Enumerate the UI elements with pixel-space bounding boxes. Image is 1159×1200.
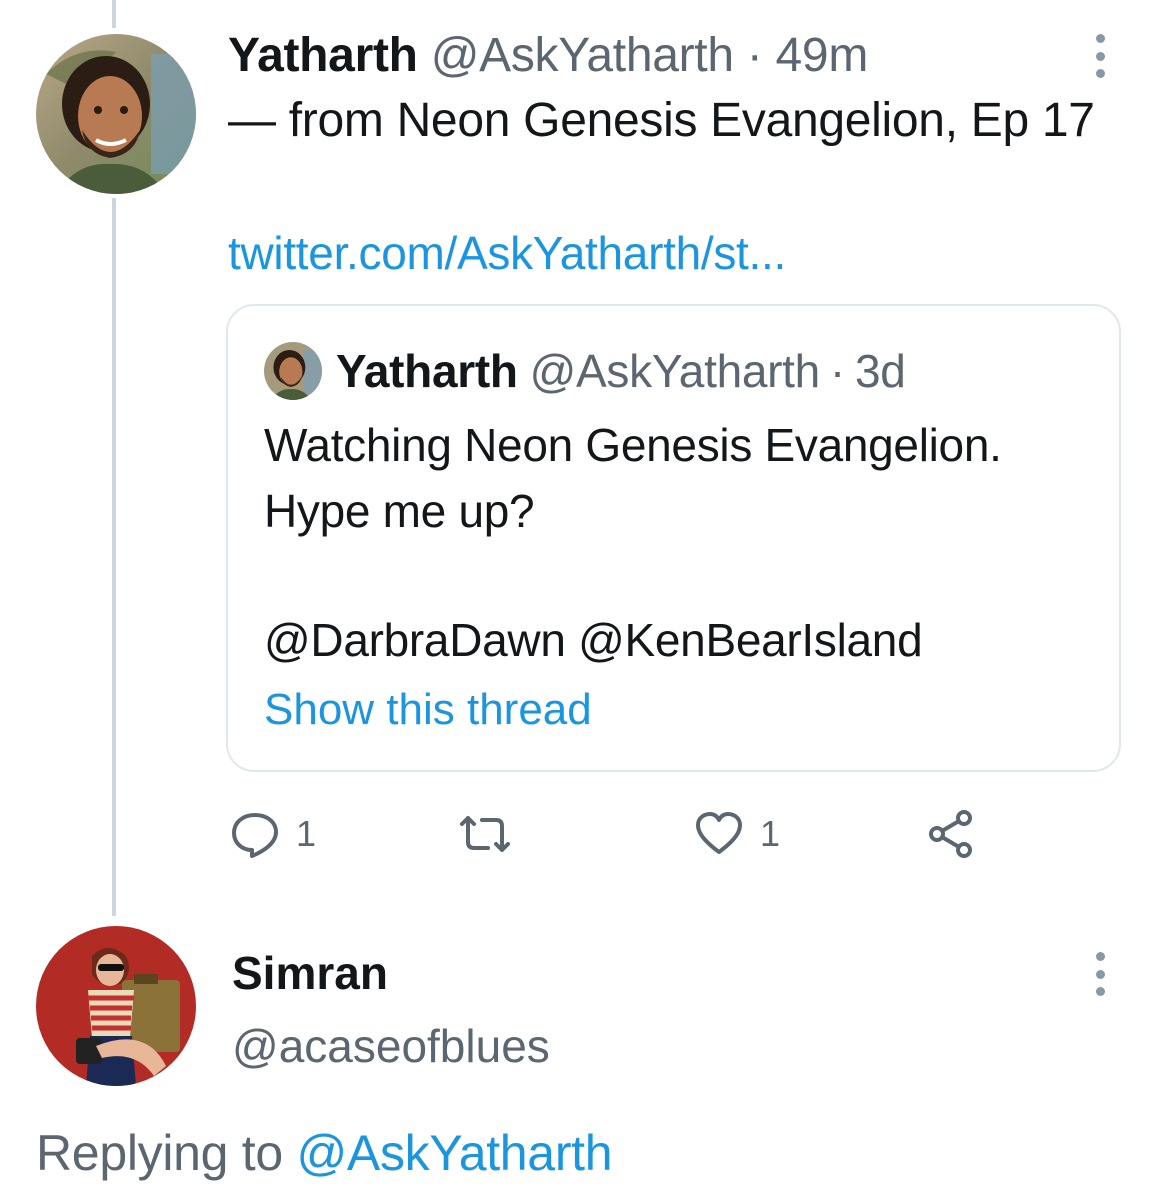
replying-prefix: Replying to [36,1125,283,1181]
quoted-author-avatar [264,342,322,400]
quoted-mentions: @DarbraDawn @KenBearIsland [264,612,923,668]
more-options-icon[interactable] [1092,34,1108,78]
thread-line [112,198,116,916]
reply-more-options-icon[interactable] [1092,952,1108,996]
reply-author-name[interactable]: Simran [232,946,388,1000]
reply-author-avatar[interactable] [36,926,196,1086]
replying-handle-link[interactable]: @AskYatharth [296,1125,612,1181]
quoted-tweet-card[interactable]: Yatharth @AskYatharth · 3d Watching Neon… [226,304,1121,772]
quoted-author-handle: @AskYatharth [529,345,821,397]
like-icon [696,812,742,854]
quoted-text-line1: Watching Neon Genesis Evangelion. [264,419,1002,471]
tweet-text: — from Neon Genesis Evangelion, Ep 17 [228,94,1095,147]
quoted-text-line2: Hype me up? [264,485,535,537]
author-avatar[interactable] [36,34,196,194]
reply-author-handle[interactable]: @acaseofblues [232,1018,550,1074]
like-button[interactable]: 1 [694,810,780,858]
tweet-time[interactable]: 49m [776,29,869,82]
tweet-link[interactable]: twitter.com/AskYatharth/st... [228,226,786,280]
share-icon [929,810,972,858]
show-thread-link[interactable]: Show this thread [264,684,592,736]
like-count: 1 [760,813,781,854]
tweet-header: Yatharth @AskYatharth · 49m [228,28,868,84]
dot-separator: · [746,29,763,82]
retweet-button[interactable] [454,810,532,858]
reply-count: 1 [296,813,317,854]
reply-icon [232,813,278,858]
mention-darbradawn[interactable]: @DarbraDawn [264,614,566,666]
quoted-tweet-text: Watching Neon Genesis Evangelion. Hype m… [264,412,1002,544]
quoted-author-name: Yatharth [336,345,518,397]
mention-kenbearisland[interactable]: @KenBearIsland [578,614,923,666]
thread-line-top [112,0,116,28]
quoted-tweet-header: Yatharth @AskYatharth · 3d [264,342,906,400]
quoted-tweet-time: 3d [854,345,906,397]
share-button[interactable] [928,810,974,858]
author-handle[interactable]: @AskYatharth [431,29,734,82]
retweet-icon [460,816,510,852]
author-name[interactable]: Yatharth [228,29,418,82]
reply-button[interactable]: 1 [230,810,316,858]
replying-to: Replying to @AskYatharth [36,1124,613,1182]
quoted-dot-separator: · [829,345,845,397]
